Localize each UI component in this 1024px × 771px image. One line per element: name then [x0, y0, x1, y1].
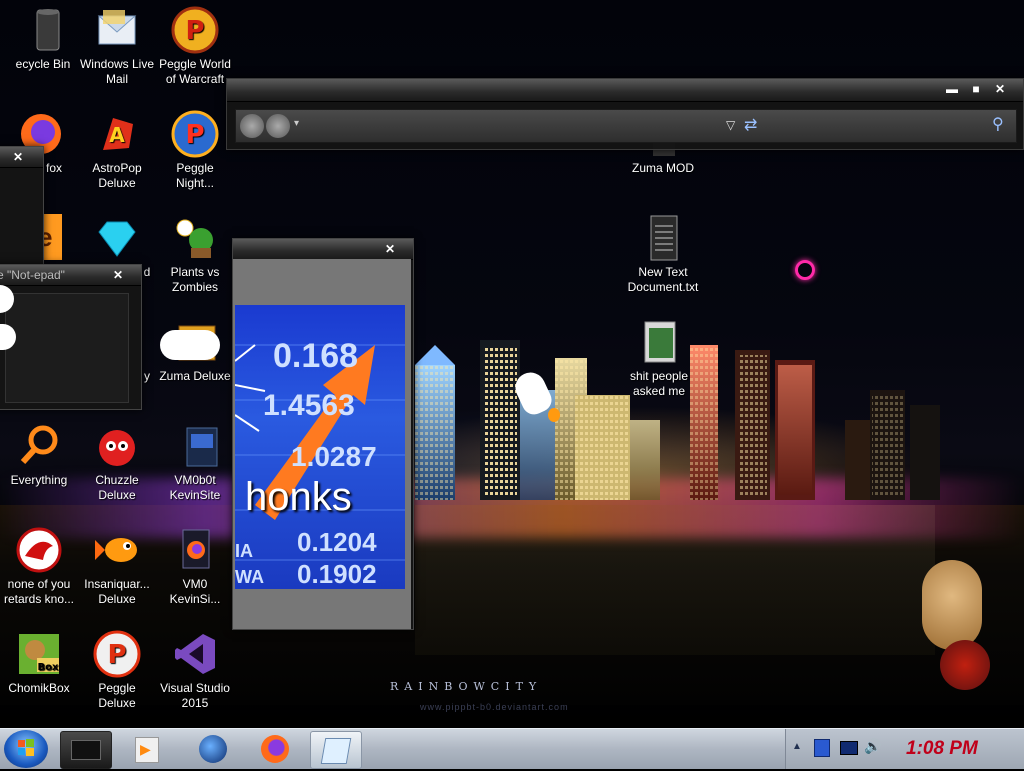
- back-button[interactable]: [240, 114, 264, 138]
- close-button[interactable]: ✕: [381, 241, 399, 257]
- system-tray: ▲ 🔊 1:08 PM: [785, 729, 1024, 769]
- visual-studio-icon: [171, 630, 219, 678]
- recycle-bin-icon: [19, 6, 67, 54]
- desktop-icon-chuzzle[interactable]: Chuzzle Deluxe: [78, 422, 156, 503]
- firefox-icon: [261, 735, 289, 763]
- mail-icon: [93, 6, 141, 54]
- window-icon: [71, 740, 101, 760]
- astropop-icon: A: [93, 110, 141, 158]
- desktop-icon-insaniquarium[interactable]: Insaniquar... Deluxe: [78, 526, 156, 607]
- hamster-sprite: [922, 560, 982, 650]
- folder-icon: [635, 318, 683, 366]
- start-button[interactable]: [4, 730, 48, 768]
- explorer-window[interactable]: ▬ ■ ✕ ▾ ▽ ⇄ ⚲: [226, 78, 1024, 150]
- text-file-icon: [639, 214, 687, 262]
- taskbar-item-explorer[interactable]: [60, 731, 112, 769]
- windows-logo-icon: [18, 739, 34, 756]
- plant-icon: [171, 214, 219, 262]
- explorer-titlebar[interactable]: ▬ ■ ✕: [227, 79, 1023, 102]
- taskbar-item-firefox[interactable]: [250, 731, 300, 767]
- svg-text:P: P: [185, 120, 204, 150]
- shortcut-icon: [171, 422, 219, 470]
- desktop-icon-everything[interactable]: Everything: [0, 422, 78, 488]
- small-window-titlebar[interactable]: ✕: [0, 147, 43, 168]
- taskbar: ▶ ▲ 🔊 1:08 PM: [0, 728, 1024, 769]
- forward-button[interactable]: [266, 114, 290, 138]
- minimize-button[interactable]: ▬: [943, 81, 961, 97]
- desktop-icon-plants-vs-zombies[interactable]: Plants vs Zombies: [156, 214, 234, 295]
- explorer-address-bar[interactable]: ▾ ▽ ⇄ ⚲: [235, 109, 1017, 143]
- meme-number-3: 1.0287: [291, 441, 377, 472]
- media-player-icon: ▶: [135, 737, 159, 763]
- meme-image: 0.168 1.4563 1.0287 honks IA 0.1204 WA 0…: [235, 305, 405, 589]
- diamond-icon: [93, 214, 141, 262]
- magnifier-icon: [15, 422, 63, 470]
- goose-sprite-zuma: [160, 330, 220, 360]
- volume-icon[interactable]: 🔊: [864, 738, 881, 755]
- desktop-icon-peggle-deluxe[interactable]: P Peggle Deluxe: [78, 630, 156, 711]
- meme-number-1: 0.168: [273, 337, 359, 375]
- notepad-titlebar[interactable]: e "Not-epad" ✕: [0, 265, 141, 286]
- svg-text:P: P: [107, 640, 126, 670]
- desktop-icon-shit-people-asked-me[interactable]: shit people asked me: [620, 318, 698, 399]
- address-dropdown-icon[interactable]: ▽: [726, 118, 735, 132]
- history-dropdown-icon[interactable]: ▾: [294, 118, 299, 129]
- desktop-icon-vm0b0t-kevinsite[interactable]: VM0b0t KevinSite: [156, 422, 234, 503]
- desktop-icon-new-text-document[interactable]: New Text Document.txt: [624, 214, 702, 295]
- monitor-icon[interactable]: [840, 741, 858, 755]
- search-icon[interactable]: ⚲: [992, 114, 1004, 134]
- notepad-title: e "Not-epad": [0, 268, 65, 282]
- desktop-icon-vm0-kevinsite[interactable]: VM0 KevinSi...: [156, 526, 234, 607]
- svg-text:Box: Box: [38, 662, 59, 673]
- pink-ring-icon: [795, 260, 815, 280]
- notepad-window[interactable]: e "Not-epad" ✕: [0, 264, 142, 410]
- goose-beak-icon: [548, 408, 560, 422]
- firefox-document-icon: [171, 526, 219, 574]
- meme-frame: 0.168 1.4563 1.0287 honks IA 0.1204 WA 0…: [233, 259, 411, 629]
- close-button[interactable]: ✕: [991, 81, 1009, 97]
- desktop-icon-peggle-nights[interactable]: P Peggle Night...: [156, 110, 234, 191]
- notepad-body[interactable]: [5, 293, 129, 403]
- close-button[interactable]: ✕: [109, 267, 127, 283]
- desktop-icon-none-of-you[interactable]: none of you retards kno...: [0, 526, 78, 607]
- globe-icon: [199, 735, 227, 763]
- close-button[interactable]: ✕: [9, 149, 27, 165]
- desktop-icon-chomikbox[interactable]: Box ChomikBox: [0, 630, 78, 696]
- wallpaper-brand: RAINBOWCITY: [390, 680, 543, 693]
- meme-ticker-2: WA: [235, 567, 264, 587]
- meme-caption: honks: [245, 475, 352, 519]
- meme-titlebar[interactable]: ✕: [233, 239, 413, 260]
- desktop-icon-astropop[interactable]: A AstroPop Deluxe: [78, 110, 156, 191]
- meme-ticker-1: IA: [235, 541, 253, 561]
- notepad-icon: [320, 738, 352, 764]
- network-icon[interactable]: [814, 739, 830, 757]
- peggle-nights-icon: P: [171, 110, 219, 158]
- maximize-button[interactable]: ■: [967, 81, 985, 97]
- show-hidden-icons-button[interactable]: ▲: [792, 741, 802, 752]
- clock[interactable]: 1:08 PM: [906, 738, 978, 760]
- peggle-deluxe-icon: P: [93, 630, 141, 678]
- refresh-icon[interactable]: ⇄: [744, 115, 757, 135]
- desktop-icon-recycle-bin[interactable]: ecycle Bin: [4, 6, 82, 72]
- desktop-icon-windows-live-mail[interactable]: Windows Live Mail: [78, 6, 156, 87]
- chuzzle-icon: [93, 422, 141, 470]
- rooster-sprite: [940, 640, 990, 690]
- meme-number-4: 0.1204: [297, 527, 377, 557]
- red-dragon-icon: [15, 526, 63, 574]
- meme-number-5: 0.1902: [297, 559, 377, 589]
- svg-text:P: P: [185, 16, 204, 46]
- chomikbox-icon: Box: [15, 630, 63, 678]
- small-window-back[interactable]: ✕: [0, 146, 44, 270]
- desktop-icon-peggle-wow[interactable]: P Peggle World of Warcraft: [156, 6, 234, 87]
- taskbar-item-globe[interactable]: [188, 731, 238, 767]
- meme-window[interactable]: ✕ 0.168 1.4563 1.0287 honks IA 0.1204 WA…: [232, 238, 414, 630]
- desktop-icon-visual-studio[interactable]: Visual Studio 2015: [156, 630, 234, 711]
- meme-number-2: 1.4563: [263, 389, 355, 422]
- peggle-icon: P: [171, 6, 219, 54]
- svg-text:A: A: [109, 123, 125, 147]
- fish-icon: [93, 526, 141, 574]
- taskbar-item-notepad[interactable]: [310, 731, 362, 769]
- taskbar-item-media[interactable]: ▶: [122, 731, 172, 767]
- wallpaper-credit: www.pippbt-b0.deviantart.com: [420, 702, 569, 712]
